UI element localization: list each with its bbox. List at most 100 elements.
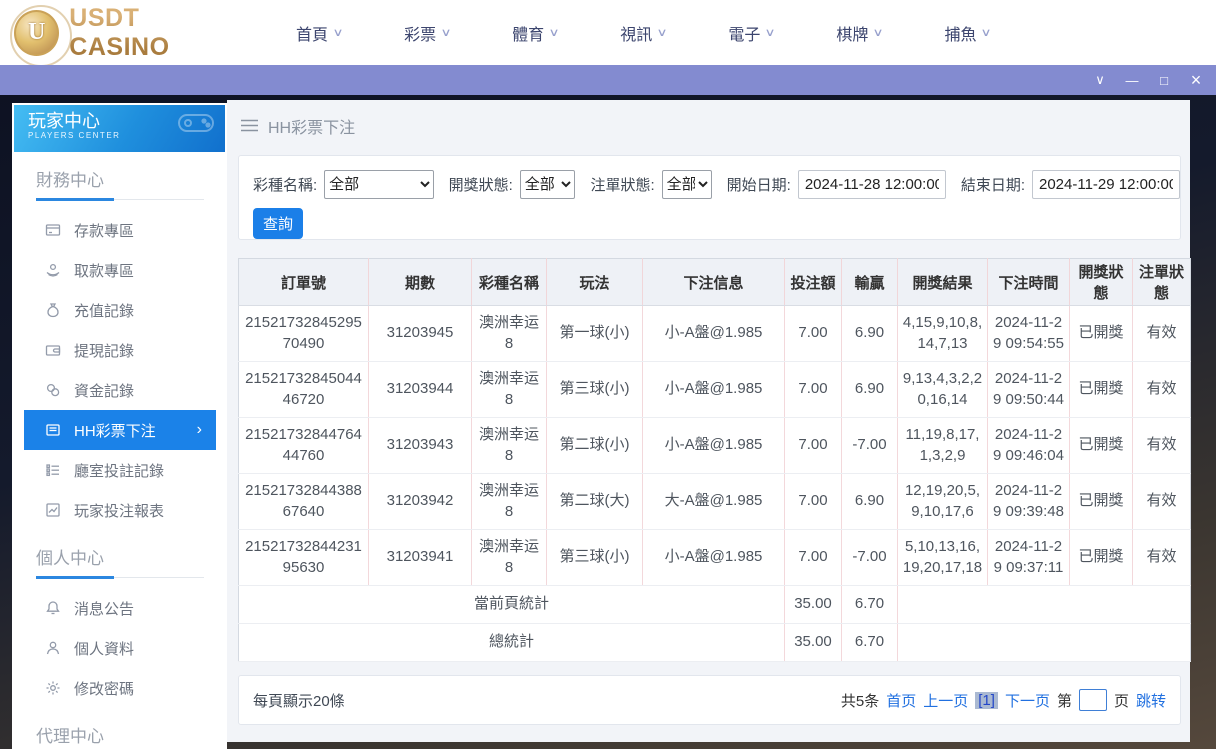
table-header-row: 訂單號 期數 彩種名稱 玩法 下注信息 投注額 輸贏 開獎結果 下注時間 開獎狀… [238,258,1191,306]
order-status-select[interactable]: 全部 [661,170,712,199]
sidebar-item-recharge-record[interactable]: 充值記錄 [24,290,216,330]
page-summary-row: 當前頁統計 35.00 6.70 [238,585,1191,624]
window-titlebar: ∨ — □ × [0,65,1216,95]
table-row: 2152173284476444760 31203943 澳洲幸运8 第二球(小) … [238,417,1191,474]
pagination-bar: 每頁顯示20條 共5条 首页 上一页 [1] 下一页 第 页 跳转 [238,675,1181,725]
col-bet-info: 下注信息 [642,258,785,306]
usdt-coin-icon: U [9,4,73,67]
nav-item-sports[interactable]: 體育 ∨ [512,21,560,45]
lottery-name-label: 彩種名稱: [253,177,318,194]
maximize-icon[interactable]: □ [1148,65,1180,95]
table-row: 2152173284529570490 31203945 澳洲幸运8 第一球(小) … [238,305,1191,362]
wallet-icon [45,342,61,358]
total-count: 共5条 [840,692,880,710]
sidebar-item-withdraw-area[interactable]: 取款專區 [24,250,216,290]
table-row: 2152173284504446720 31203944 澳洲幸运8 第三球(小) … [238,361,1191,418]
grand-summary-row: 總統計 35.00 6.70 [238,623,1191,662]
sidebar-item-change-password[interactable]: 修改密碼 [24,668,216,708]
col-draw-result: 開獎結果 [897,258,988,306]
nav-item-lottery[interactable]: 彩票 ∨ [404,21,452,45]
bank-card-icon [45,222,61,238]
players-center-banner: 玩家中心 PLAYERS CENTER [14,105,225,152]
start-date-input[interactable] [797,170,946,199]
top-header: U USDT CASINO 首頁 ∨ 彩票 ∨ 體育 ∨ 視訊 ∨ 電子 ∨ 棋… [0,0,1216,67]
nav-item-electronic[interactable]: 電子 ∨ [728,21,777,45]
grand-summary-bet-total: 35.00 [784,623,842,662]
page-summary-winloss-total: 6.70 [841,585,898,624]
prev-page-link[interactable]: 上一页 [923,690,968,711]
sidebar-item-hh-lottery-bets[interactable]: HH彩票下注 › [24,410,216,450]
restore-down-icon[interactable]: ∨ [1084,65,1116,95]
gamepad-icon [177,109,215,137]
hamburger-icon[interactable] [241,119,258,132]
first-page-link[interactable]: 首页 [886,690,916,711]
table-row: 2152173284423195630 31203941 澳洲幸运8 第三球(小) … [238,529,1191,586]
section-personal-center: 個人中心 [36,544,204,579]
page-size-label: 每頁顯示20條 [253,692,345,710]
bets-table: 訂單號 期數 彩種名稱 玩法 下注信息 投注額 輸贏 開獎結果 下注時間 開獎狀… [238,258,1191,662]
chevron-down-icon: ∨ [872,27,885,39]
sidebar-item-profile[interactable]: 個人資料 [24,628,216,668]
current-page[interactable]: [1] [975,691,998,709]
sidebar-item-withdraw-record[interactable]: 提現記錄 [24,330,216,370]
nav-item-home[interactable]: 首頁 ∨ [296,21,344,45]
chevron-down-icon: ∨ [548,27,560,39]
brand-logo[interactable]: U USDT CASINO [9,4,244,67]
section-agent-center: 代理中心 [36,722,204,749]
sidebar: 玩家中心 PLAYERS CENTER 財務中心 存款專區 取款專區 充值記錄 [12,103,227,749]
order-status-label: 注單狀態: [590,177,655,194]
draw-status-select[interactable]: 全部 [519,170,576,199]
end-date-label: 結束日期: [960,177,1025,194]
sidebar-item-announcements[interactable]: 消息公告 [24,588,216,628]
hand-coin-icon [45,262,61,278]
sidebar-item-fund-record[interactable]: 資金記錄 [24,370,216,410]
lottery-name-select[interactable]: 全部 [324,170,434,199]
col-play-type: 玩法 [546,258,643,306]
coins-icon [45,382,61,398]
col-winloss: 輸贏 [841,258,898,306]
nav-item-video[interactable]: 視訊 ∨ [620,21,668,45]
chevron-right-icon: › [196,421,202,438]
report-chart-icon [45,502,61,518]
user-icon [45,640,61,656]
jump-button[interactable]: 跳转 [1136,690,1166,711]
jump-page-input[interactable] [1078,689,1107,711]
chevron-down-icon: ∨ [656,27,668,39]
sidebar-item-deposit-area[interactable]: 存款專區 [24,210,216,250]
sidebar-item-player-bet-report[interactable]: 玩家投注報表 [24,490,216,530]
logo-text: USDT CASINO [69,4,244,62]
sidebar-item-room-bet-record[interactable]: 廳室投註記錄 [24,450,216,490]
chevron-down-icon: ∨ [332,27,344,39]
section-finance-center: 財務中心 [36,166,204,201]
breadcrumb: HH彩票下注 [227,100,1190,138]
col-order-status: 注單狀態 [1132,258,1191,306]
grand-summary-label: 總統計 [238,623,785,662]
chevron-down-icon: ∨ [980,27,993,39]
close-icon[interactable]: × [1180,65,1212,95]
col-lottery-name: 彩種名稱 [471,258,547,306]
minimize-icon[interactable]: — [1116,65,1148,95]
chevron-down-icon: ∨ [764,27,777,39]
nav-item-chess[interactable]: 棋牌 ∨ [836,21,885,45]
jump-suffix-label: 页 [1113,692,1129,710]
filter-panel: 彩種名稱: 全部 開獎狀態: 全部 注單狀態: 全部 開始日期: 結束日期: 查… [238,155,1181,240]
col-order-no: 訂單號 [238,258,369,306]
page-title: HH彩票下注 [268,119,356,137]
draw-status-label: 開獎狀態: [448,177,513,194]
query-button[interactable]: 查詢 [253,208,303,239]
list-icon [45,462,61,478]
main-content: HH彩票下注 彩種名稱: 全部 開獎狀態: 全部 注單狀態: 全部 開始日期: … [227,100,1191,742]
start-date-label: 開始日期: [726,177,791,194]
page-summary-bet-total: 35.00 [784,585,842,624]
jump-prefix-label: 第 [1056,692,1072,710]
grand-summary-winloss-total: 6.70 [841,623,898,662]
main-nav: 首頁 ∨ 彩票 ∨ 體育 ∨ 視訊 ∨ 電子 ∨ 棋牌 ∨ 捕魚 ∨ [296,21,993,45]
col-draw-status: 開獎狀態 [1069,258,1133,306]
ticket-list-icon [45,422,61,438]
nav-item-fishing[interactable]: 捕魚 ∨ [944,21,993,45]
end-date-input[interactable] [1032,170,1180,199]
logo-letter: U [27,19,46,45]
money-bag-icon [45,302,61,318]
col-bet-amount: 投注額 [784,258,842,306]
next-page-link[interactable]: 下一页 [1005,690,1050,711]
